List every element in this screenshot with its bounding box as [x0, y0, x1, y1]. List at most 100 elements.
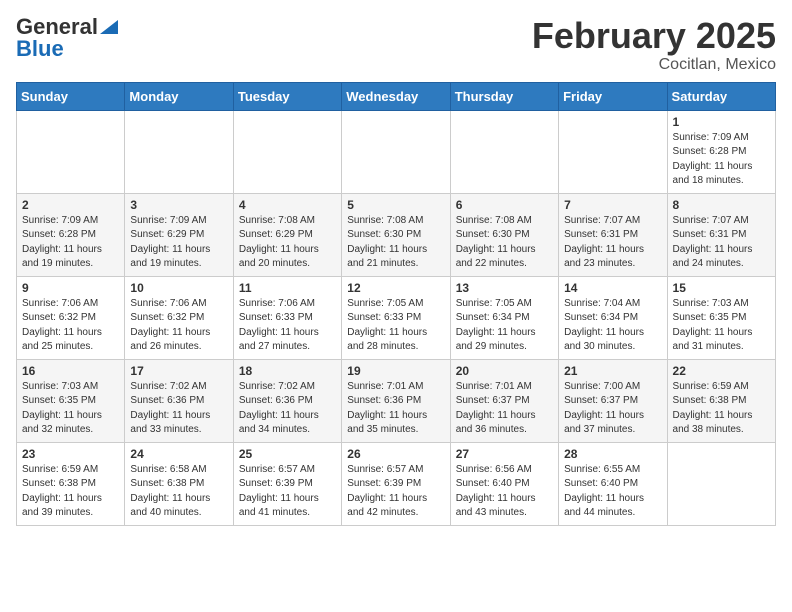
day-info: Sunrise: 7:06 AM Sunset: 6:32 PM Dayligh… — [22, 297, 119, 355]
day-info: Sunrise: 7:07 AM Sunset: 6:31 PM Dayligh… — [564, 214, 661, 272]
calendar-week-row: 16 Sunrise: 7:03 AM Sunset: 6:35 PM Dayli… — [17, 359, 776, 442]
calendar-cell: 10 Sunrise: 7:06 AM Sunset: 6:32 PM Dayli… — [125, 276, 233, 359]
calendar-cell: 24 Sunrise: 6:58 AM Sunset: 6:38 PM Dayli… — [125, 442, 233, 525]
calendar-week-row: 9 Sunrise: 7:06 AM Sunset: 6:32 PM Daylig… — [17, 276, 776, 359]
day-info: Sunrise: 6:57 AM Sunset: 6:39 PM Dayligh… — [239, 463, 336, 521]
calendar-table: SundayMondayTuesdayWednesdayThursdayFrid… — [16, 82, 776, 526]
day-number: 25 — [239, 447, 336, 461]
day-number: 21 — [564, 364, 661, 378]
day-number: 10 — [130, 281, 227, 295]
calendar-cell: 22 Sunrise: 6:59 AM Sunset: 6:38 PM Dayli… — [667, 359, 775, 442]
calendar-week-row: 1 Sunrise: 7:09 AM Sunset: 6:28 PM Daylig… — [17, 110, 776, 193]
day-number: 27 — [456, 447, 553, 461]
day-info: Sunrise: 7:06 AM Sunset: 6:32 PM Dayligh… — [130, 297, 227, 355]
calendar-cell: 3 Sunrise: 7:09 AM Sunset: 6:29 PM Daylig… — [125, 193, 233, 276]
calendar-cell: 14 Sunrise: 7:04 AM Sunset: 6:34 PM Dayli… — [559, 276, 667, 359]
calendar-cell: 27 Sunrise: 6:56 AM Sunset: 6:40 PM Dayli… — [450, 442, 558, 525]
weekday-header-sunday: Sunday — [17, 82, 125, 110]
day-info: Sunrise: 7:07 AM Sunset: 6:31 PM Dayligh… — [673, 214, 770, 272]
weekday-header-saturday: Saturday — [667, 82, 775, 110]
day-number: 9 — [22, 281, 119, 295]
day-info: Sunrise: 7:06 AM Sunset: 6:33 PM Dayligh… — [239, 297, 336, 355]
day-number: 7 — [564, 198, 661, 212]
logo-icon — [100, 16, 118, 34]
day-number: 20 — [456, 364, 553, 378]
calendar-cell: 21Sunrise: 7:00 AM Sunset: 6:37 PM Dayli… — [559, 359, 667, 442]
day-info: Sunrise: 7:08 AM Sunset: 6:29 PM Dayligh… — [239, 214, 336, 272]
day-number: 18 — [239, 364, 336, 378]
calendar-cell: 25 Sunrise: 6:57 AM Sunset: 6:39 PM Dayli… — [233, 442, 341, 525]
day-number: 14 — [564, 281, 661, 295]
day-info: Sunrise: 7:02 AM Sunset: 6:36 PM Dayligh… — [239, 380, 336, 438]
day-number: 24 — [130, 447, 227, 461]
calendar-cell: 18 Sunrise: 7:02 AM Sunset: 6:36 PM Dayli… — [233, 359, 341, 442]
day-info: Sunrise: 7:03 AM Sunset: 6:35 PM Dayligh… — [22, 380, 119, 438]
calendar-cell: 11 Sunrise: 7:06 AM Sunset: 6:33 PM Dayli… — [233, 276, 341, 359]
day-number: 8 — [673, 198, 770, 212]
calendar-cell: 17 Sunrise: 7:02 AM Sunset: 6:36 PM Dayli… — [125, 359, 233, 442]
day-number: 2 — [22, 198, 119, 212]
day-info: Sunrise: 7:04 AM Sunset: 6:34 PM Dayligh… — [564, 297, 661, 355]
day-number: 15 — [673, 281, 770, 295]
calendar-cell — [342, 110, 450, 193]
day-info: Sunrise: 7:03 AM Sunset: 6:35 PM Dayligh… — [673, 297, 770, 355]
day-number: 16 — [22, 364, 119, 378]
day-info: Sunrise: 6:59 AM Sunset: 6:38 PM Dayligh… — [22, 463, 119, 521]
weekday-header-wednesday: Wednesday — [342, 82, 450, 110]
day-info: Sunrise: 7:02 AM Sunset: 6:36 PM Dayligh… — [130, 380, 227, 438]
day-info: Sunrise: 7:05 AM Sunset: 6:34 PM Dayligh… — [456, 297, 553, 355]
calendar-cell: 9 Sunrise: 7:06 AM Sunset: 6:32 PM Daylig… — [17, 276, 125, 359]
day-number: 17 — [130, 364, 227, 378]
day-info: Sunrise: 7:09 AM Sunset: 6:28 PM Dayligh… — [22, 214, 119, 272]
calendar-week-row: 2 Sunrise: 7:09 AM Sunset: 6:28 PM Daylig… — [17, 193, 776, 276]
day-info: Sunrise: 7:08 AM Sunset: 6:30 PM Dayligh… — [456, 214, 553, 272]
day-info: Sunrise: 7:09 AM Sunset: 6:29 PM Dayligh… — [130, 214, 227, 272]
weekday-header-thursday: Thursday — [450, 82, 558, 110]
day-number: 13 — [456, 281, 553, 295]
day-number: 28 — [564, 447, 661, 461]
calendar-cell: 2 Sunrise: 7:09 AM Sunset: 6:28 PM Daylig… — [17, 193, 125, 276]
weekday-header-tuesday: Tuesday — [233, 82, 341, 110]
month-title: February 2025 — [532, 16, 776, 56]
day-info: Sunrise: 6:55 AM Sunset: 6:40 PM Dayligh… — [564, 463, 661, 521]
day-info: Sunrise: 7:08 AM Sunset: 6:30 PM Dayligh… — [347, 214, 444, 272]
day-info: Sunrise: 6:58 AM Sunset: 6:38 PM Dayligh… — [130, 463, 227, 521]
calendar-cell: 16 Sunrise: 7:03 AM Sunset: 6:35 PM Dayli… — [17, 359, 125, 442]
calendar-cell: 12Sunrise: 7:05 AM Sunset: 6:33 PM Dayli… — [342, 276, 450, 359]
page-header: General Blue February 2025 Cocitlan, Mex… — [16, 16, 776, 74]
title-block: February 2025 Cocitlan, Mexico — [532, 16, 776, 74]
calendar-cell: 5 Sunrise: 7:08 AM Sunset: 6:30 PM Daylig… — [342, 193, 450, 276]
calendar-week-row: 23Sunrise: 6:59 AM Sunset: 6:38 PM Dayli… — [17, 442, 776, 525]
day-number: 26 — [347, 447, 444, 461]
day-number: 22 — [673, 364, 770, 378]
calendar-cell: 19Sunrise: 7:01 AM Sunset: 6:36 PM Dayli… — [342, 359, 450, 442]
calendar-cell: 13 Sunrise: 7:05 AM Sunset: 6:34 PM Dayli… — [450, 276, 558, 359]
calendar-cell — [125, 110, 233, 193]
calendar-cell — [233, 110, 341, 193]
calendar-cell: 6 Sunrise: 7:08 AM Sunset: 6:30 PM Daylig… — [450, 193, 558, 276]
calendar-cell — [559, 110, 667, 193]
day-number: 12 — [347, 281, 444, 295]
day-info: Sunrise: 6:59 AM Sunset: 6:38 PM Dayligh… — [673, 380, 770, 438]
day-info: Sunrise: 7:01 AM Sunset: 6:37 PM Dayligh… — [456, 380, 553, 438]
calendar-cell: 28 Sunrise: 6:55 AM Sunset: 6:40 PM Dayli… — [559, 442, 667, 525]
calendar-cell: 15 Sunrise: 7:03 AM Sunset: 6:35 PM Dayli… — [667, 276, 775, 359]
calendar-cell — [17, 110, 125, 193]
day-number: 5 — [347, 198, 444, 212]
logo-general: General — [16, 16, 98, 38]
day-info: Sunrise: 7:09 AM Sunset: 6:28 PM Dayligh… — [673, 131, 770, 189]
day-info: Sunrise: 6:56 AM Sunset: 6:40 PM Dayligh… — [456, 463, 553, 521]
day-number: 11 — [239, 281, 336, 295]
calendar-cell — [450, 110, 558, 193]
day-number: 1 — [673, 115, 770, 129]
calendar-cell: 4Sunrise: 7:08 AM Sunset: 6:29 PM Daylig… — [233, 193, 341, 276]
calendar-cell: 20 Sunrise: 7:01 AM Sunset: 6:37 PM Dayli… — [450, 359, 558, 442]
logo: General Blue — [16, 16, 118, 60]
day-number: 6 — [456, 198, 553, 212]
day-number: 3 — [130, 198, 227, 212]
weekday-header-row: SundayMondayTuesdayWednesdayThursdayFrid… — [17, 82, 776, 110]
weekday-header-friday: Friday — [559, 82, 667, 110]
day-number: 19 — [347, 364, 444, 378]
calendar-cell: 23Sunrise: 6:59 AM Sunset: 6:38 PM Dayli… — [17, 442, 125, 525]
calendar-cell: 1 Sunrise: 7:09 AM Sunset: 6:28 PM Daylig… — [667, 110, 775, 193]
